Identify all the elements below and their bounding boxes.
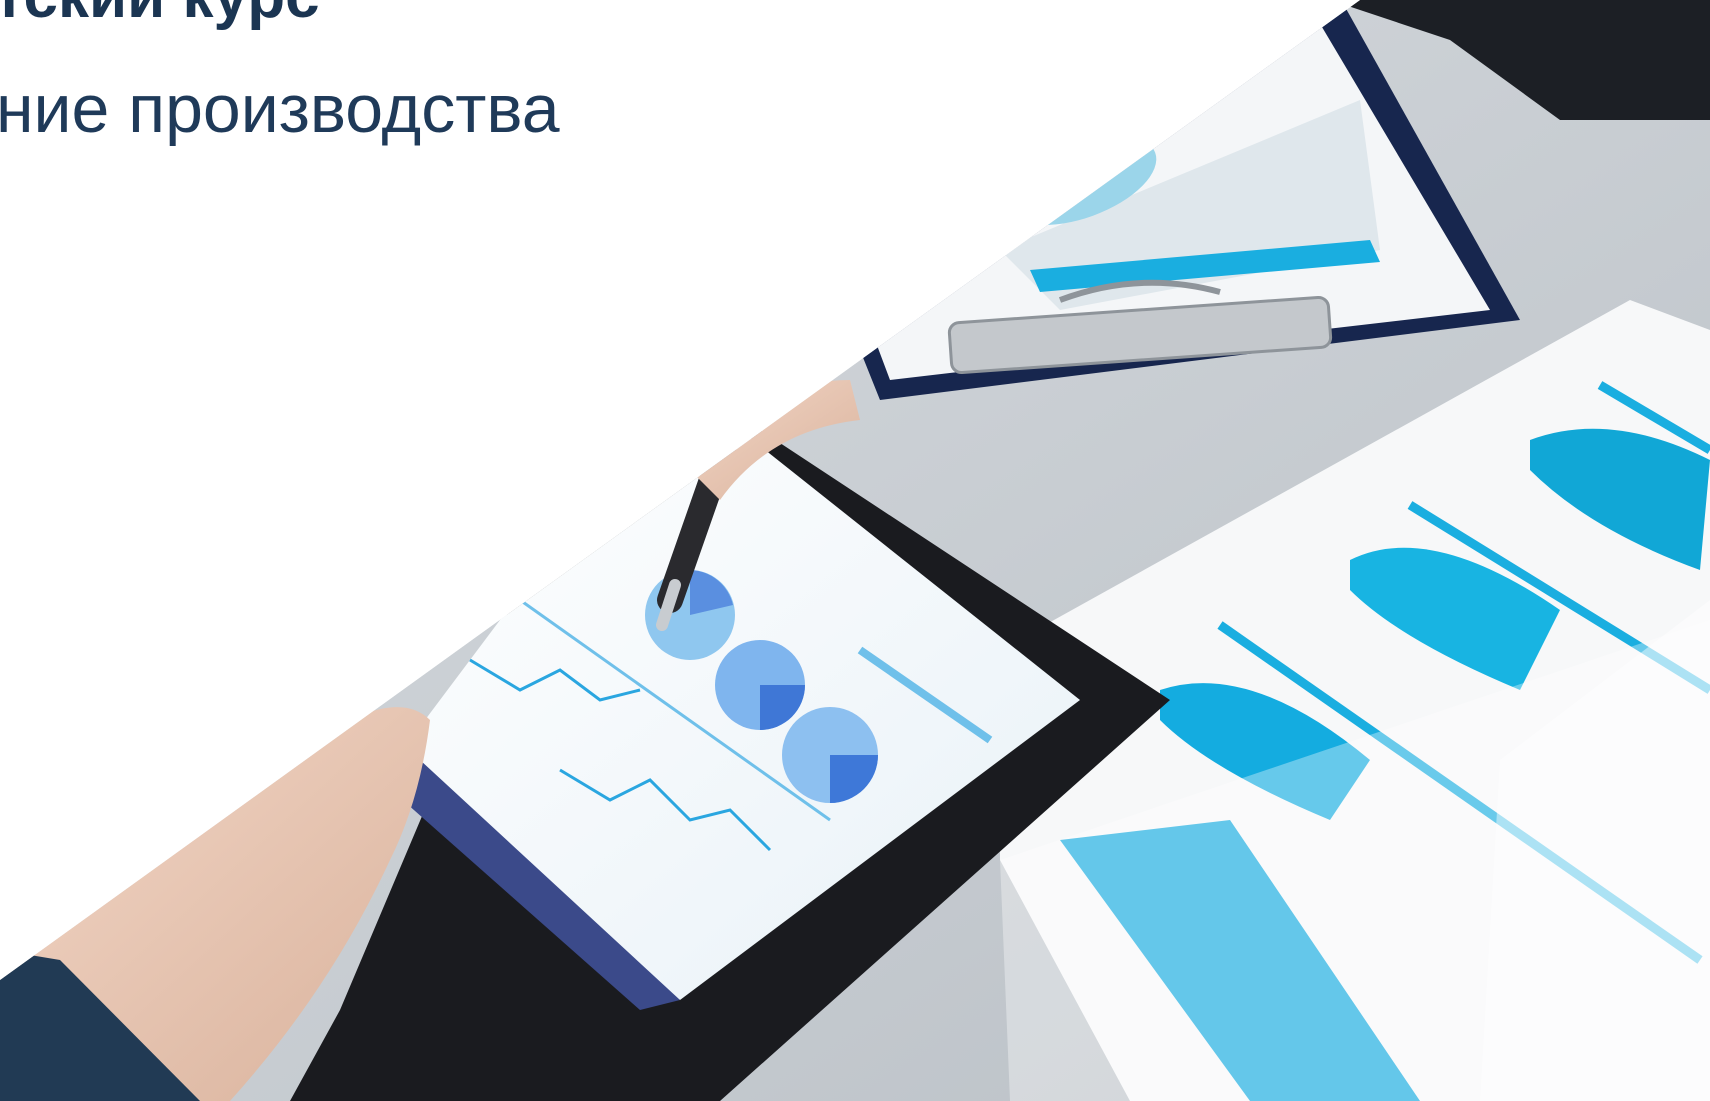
hero-banner: тский курс ние производства (0, 0, 1710, 1101)
hero-photo (0, 0, 1710, 1101)
hero-subtitle: ние производства (0, 71, 560, 147)
hero-title: тский курс (0, 0, 320, 34)
